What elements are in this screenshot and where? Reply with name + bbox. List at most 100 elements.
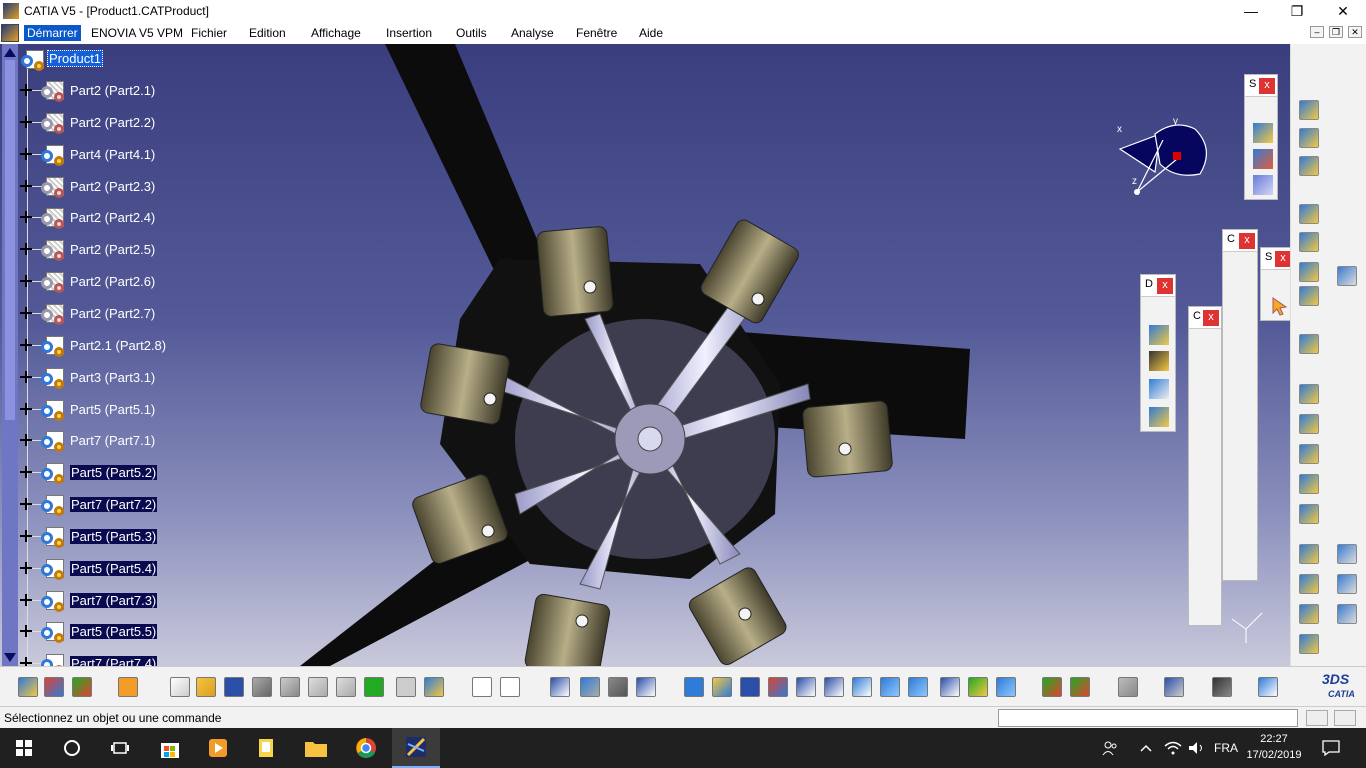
fit-all-icon[interactable] [712,677,732,697]
catalog-icon[interactable] [580,677,600,697]
tree-item[interactable]: Part7 (Part7.4) [20,653,220,666]
tree-item-label[interactable]: Part5 (Part5.3) [70,529,158,544]
search-button[interactable] [48,728,96,768]
tree-item[interactable]: Part2 (Part2.2) [20,112,220,134]
tree-item-label[interactable]: Part2.1 (Part2.8) [70,338,166,353]
floating-toolbar-s2[interactable]: Sx [1260,247,1290,321]
existing-component-icon[interactable] [1299,156,1319,176]
menu-aide[interactable]: Aide [636,25,666,41]
menu-affichage[interactable]: Affichage [308,25,364,41]
redo-icon[interactable] [396,677,416,697]
swap-space-icon[interactable] [996,677,1016,697]
whats-this-icon[interactable] [424,677,444,697]
formula-icon[interactable] [472,677,492,697]
scroll-thumb[interactable] [5,60,15,420]
table-icon[interactable] [550,677,570,697]
expand-plus-icon[interactable] [20,371,32,383]
stopwatch-icon[interactable] [1337,574,1357,594]
taskbar-files[interactable] [242,728,290,768]
color-icon[interactable] [72,677,92,697]
sectioning-icon[interactable] [1164,677,1184,697]
toolbar-s2-close-button[interactable]: x [1275,251,1290,267]
expand-plus-icon[interactable] [20,434,32,446]
grid-icon[interactable] [118,677,138,697]
stop-manipulate-icon[interactable] [1149,407,1169,427]
floating-toolbar-d[interactable]: Dx [1140,274,1176,432]
taskbar-media-player[interactable] [194,728,242,768]
expand-plus-icon[interactable] [20,211,32,223]
tree-scrollbar[interactable] [2,44,18,666]
expand-plus-icon[interactable] [20,84,32,96]
properties-icon[interactable] [1258,677,1278,697]
fly-icon[interactable] [684,677,704,697]
section-icon[interactable] [1299,474,1319,494]
expand-plus-icon[interactable] [20,594,32,606]
expand-plus-icon[interactable] [20,657,32,666]
tree-item-label[interactable]: Part2 (Part2.6) [70,274,155,289]
menu-fenetre[interactable]: Fenêtre [573,25,620,41]
normal-view-icon[interactable] [852,677,872,697]
expand-plus-icon[interactable] [20,339,32,351]
capture-icon[interactable] [1212,677,1232,697]
toolbar-c2-close-button[interactable]: x [1203,310,1219,326]
bill-of-material-icon[interactable] [1253,175,1273,195]
update-icon[interactable] [1118,677,1138,697]
menu-analyse[interactable]: Analyse [508,25,557,41]
menu-demarrer[interactable]: Démarrer [24,25,81,41]
tree-item-label[interactable]: Part4 (Part4.1) [70,147,155,162]
menu-insertion[interactable]: Insertion [383,25,435,41]
command-history-button[interactable] [1306,710,1328,726]
snap-icon[interactable] [1149,351,1169,371]
workbench-icon[interactable] [18,677,38,697]
weld-icon[interactable] [1299,504,1319,524]
volume-icon[interactable] [1188,728,1206,768]
wifi-icon[interactable] [1164,728,1182,768]
print-icon[interactable] [252,677,272,697]
tree-item[interactable]: Part2 (Part2.4) [20,207,220,229]
tree-item-label[interactable]: Part2 (Part2.4) [70,210,155,225]
minimize-button[interactable]: — [1228,0,1274,22]
command-input[interactable] [998,709,1298,727]
gear-select-icon[interactable] [1337,266,1357,286]
pan-icon[interactable] [740,677,760,697]
menu-edition[interactable]: Edition [246,25,289,41]
scenes-icon[interactable] [1299,634,1319,654]
new-part-icon[interactable] [1299,128,1319,148]
parameters-icon[interactable] [636,677,656,697]
new-icon[interactable] [170,677,190,697]
expand-plus-icon[interactable] [20,307,32,319]
render-icon[interactable] [44,677,64,697]
bom-icon[interactable] [1299,604,1319,624]
tray-chevron-icon[interactable] [1140,728,1152,768]
floating-toolbar-c1[interactable]: Cx [1222,229,1258,581]
tree-item-label[interactable]: Part3 (Part3.1) [70,370,155,385]
clock[interactable]: 22:27 17/02/2019 [1244,731,1304,763]
tree-item[interactable]: Part3 (Part3.1) [20,367,220,389]
tree-item-label[interactable]: Part7 (Part7.3) [70,593,158,608]
notification-center-icon[interactable] [1322,728,1340,768]
undo-icon[interactable] [364,677,384,697]
tree-item[interactable]: Part2 (Part2.1) [20,80,220,102]
tree-item[interactable]: Part5 (Part5.4) [20,558,220,580]
task-view-button[interactable] [96,728,144,768]
lock-icon[interactable] [608,677,628,697]
tree-item-label[interactable]: Part5 (Part5.4) [70,561,158,576]
measure-icon[interactable] [1042,677,1062,697]
constraint-icon[interactable] [1299,334,1319,354]
tree-item[interactable]: Part7 (Part7.3) [20,590,220,612]
tree-item[interactable]: Part2.1 (Part2.8) [20,335,220,357]
expand-plus-icon[interactable] [20,625,32,637]
tree-item-label[interactable]: Part7 (Part7.4) [70,656,158,666]
knowledge-icon[interactable] [500,677,520,697]
tree-item-label[interactable]: Part2 (Part2.5) [70,242,155,257]
start-button[interactable] [0,728,48,768]
expand-plus-icon[interactable] [20,466,32,478]
tree-item[interactable]: Part2 (Part2.7) [20,303,220,325]
mdi-close-button[interactable]: ✕ [1348,26,1362,38]
tree-item[interactable]: Part7 (Part7.2) [20,494,220,516]
floating-toolbar-c2[interactable]: Cx [1188,306,1222,626]
views-icon[interactable] [880,677,900,697]
tree-item[interactable]: Part5 (Part5.1) [20,399,220,421]
toolbar-s1-close-button[interactable]: x [1259,78,1275,94]
annotation-text-icon[interactable] [1299,414,1319,434]
